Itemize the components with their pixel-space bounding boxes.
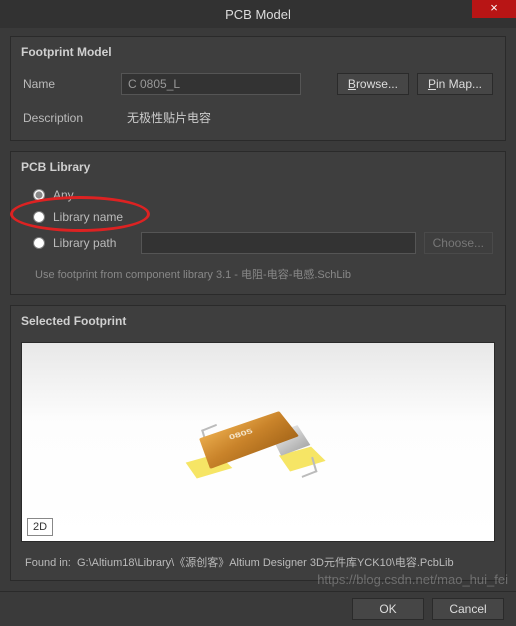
close-button[interactable]: × — [472, 0, 516, 18]
dialog-content: Footprint Model Name BBrowse...rowse... … — [0, 28, 516, 581]
pcb-library-title: PCB Library — [11, 152, 505, 184]
radio-library-path[interactable] — [33, 237, 45, 249]
ok-button[interactable]: OK — [352, 598, 424, 620]
footprint-model-group: Footprint Model Name BBrowse...rowse... … — [10, 36, 506, 141]
window-title: PCB Model — [225, 7, 291, 22]
name-input[interactable] — [121, 73, 301, 95]
pcb-library-group: PCB Library Any Library name Library pat… — [10, 151, 506, 295]
selected-footprint-group: Selected Footprint 2D Found in: G:\Altiu… — [10, 305, 506, 581]
radio-library-name[interactable] — [33, 211, 45, 223]
choose-button: Choose... — [424, 232, 493, 254]
cancel-button[interactable]: Cancel — [432, 598, 504, 620]
view-mode-badge[interactable]: 2D — [27, 518, 53, 536]
library-hint: Use footprint from component library 3.1… — [11, 258, 505, 284]
name-label: Name — [23, 77, 113, 91]
radio-library-name-label: Library name — [53, 210, 123, 224]
footprint-preview[interactable]: 2D — [21, 342, 495, 542]
description-value: 无极性贴片电容 — [121, 109, 211, 126]
footprint-model-title: Footprint Model — [11, 37, 505, 69]
component-render — [182, 381, 334, 502]
dialog-footer: OK Cancel — [0, 591, 516, 626]
found-in-text: Found in: G:\Altium18\Library\《源创客》Altiu… — [11, 548, 505, 580]
title-bar: PCB Model × — [0, 0, 516, 28]
browse-button[interactable]: BBrowse...rowse... — [337, 73, 409, 95]
radio-any-label: Any — [53, 188, 74, 202]
description-label: Description — [23, 111, 113, 125]
radio-any[interactable] — [33, 189, 45, 201]
selected-footprint-title: Selected Footprint — [11, 306, 505, 338]
radio-library-path-label: Library path — [53, 236, 133, 250]
library-path-input[interactable] — [141, 232, 416, 254]
pin-map-button[interactable]: Pin Map... — [417, 73, 493, 95]
